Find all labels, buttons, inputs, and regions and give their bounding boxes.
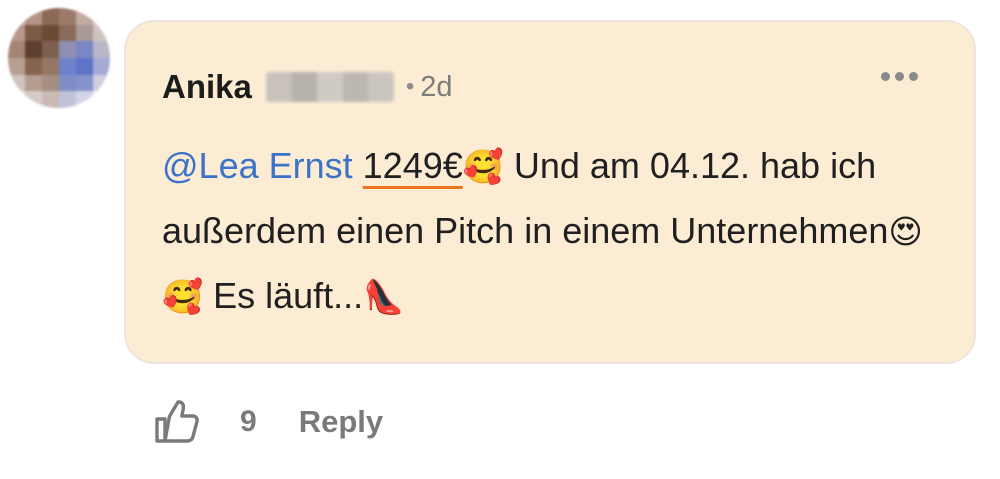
comment-header: Anika • 2d [162,66,453,108]
high-heel-emoji: 👠 [363,278,405,315]
comment-thread: Anika • 2d @Lea Ernst 1249€🥰 Und am 04.1… [0,0,1000,479]
price-text: 1249€ [362,145,463,186]
comment-text-part: Es läuft... [203,275,364,316]
author-name[interactable]: Anika [162,68,252,106]
like-count: 9 [240,405,257,438]
more-options-icon[interactable] [881,72,918,81]
thumbs-up-icon[interactable] [154,400,200,444]
timestamp: 2d [420,70,453,103]
heart-eyes-emoji: 😍 [888,213,923,250]
reply-button[interactable]: Reply [299,404,383,440]
more-dot [909,72,918,81]
comment-text: @Lea Ernst 1249€🥰 Und am 04.12. hab ich … [162,134,942,329]
comment-bubble: Anika • 2d @Lea Ernst 1249€🥰 Und am 04.1… [124,20,976,364]
avatar[interactable] [8,8,110,108]
more-dot [881,72,890,81]
more-dot [895,72,904,81]
comment-actions: 9 Reply [154,400,383,444]
smiling-face-with-hearts-emoji: 🥰 [462,148,504,185]
redacted-surname [265,72,394,102]
smiling-face-with-hearts-emoji: 🥰 [162,278,204,315]
separator-dot: • [405,73,415,100]
mention-link[interactable]: @Lea Ernst [162,145,353,186]
